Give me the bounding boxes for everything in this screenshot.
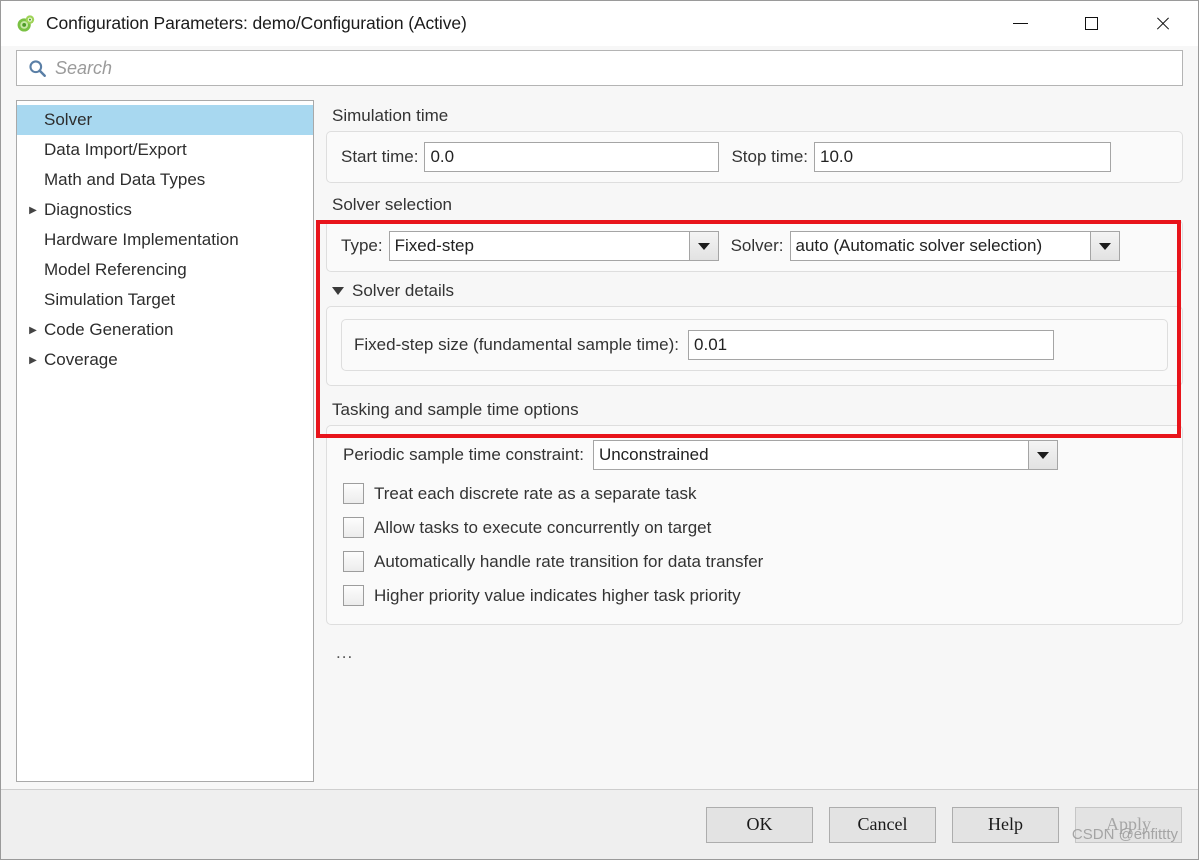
sidebar-item-code-generation[interactable]: ▶ Code Generation [17, 315, 313, 345]
solver-selection-panel: Type: Fixed-step Solver: auto (Automatic… [326, 220, 1183, 272]
checkbox-allow-tasks-concurrently[interactable]: Allow tasks to execute concurrently on t… [343, 517, 1166, 538]
stop-time-input[interactable]: 10.0 [814, 142, 1112, 172]
fixed-step-size-label: Fixed-step size (fundamental sample time… [354, 335, 680, 354]
simulation-time-panel: Start time: 0.0 Stop time: 10.0 [326, 131, 1183, 183]
checkbox-auto-handle-rate-transition[interactable]: Automatically handle rate transition for… [343, 551, 1166, 572]
checkbox-box[interactable] [343, 517, 364, 538]
chevron-down-icon[interactable] [688, 231, 719, 261]
sidebar-item-label: Coverage [44, 350, 118, 369]
sidebar-item-hardware-implementation[interactable]: ▶ Hardware Implementation [17, 225, 313, 255]
window-controls [985, 1, 1198, 46]
sidebar-item-simulation-target[interactable]: ▶ Simulation Target [17, 285, 313, 315]
periodic-sample-time-dropdown[interactable]: Unconstrained [592, 440, 1058, 470]
sidebar-item-label: Data Import/Export [44, 140, 187, 159]
solver-pane: Simulation time Start time: 0.0 Stop tim… [326, 100, 1183, 789]
overflow-indicator[interactable]: ... [336, 643, 1183, 663]
chevron-down-icon[interactable] [1089, 231, 1120, 261]
chevron-down-icon [332, 287, 344, 295]
search-placeholder: Search [55, 57, 113, 78]
sidebar-item-label: Hardware Implementation [44, 230, 239, 249]
fixed-step-row: Fixed-step size (fundamental sample time… [354, 330, 1155, 360]
sidebar-item-diagnostics[interactable]: ▶ Diagnostics [17, 195, 313, 225]
body-area: ▶ Solver ▶ Data Import/Export ▶ Math and… [1, 94, 1198, 789]
checkbox-label: Allow tasks to execute concurrently on t… [374, 517, 712, 537]
window-title: Configuration Parameters: demo/Configura… [46, 13, 467, 33]
maximize-button[interactable] [1056, 1, 1127, 46]
maximize-icon [1085, 17, 1098, 30]
checkbox-label: Automatically handle rate transition for… [374, 551, 764, 571]
sidebar-item-label: Model Referencing [44, 260, 187, 279]
search-icon [29, 59, 46, 77]
minimize-button[interactable] [985, 1, 1056, 46]
periodic-sample-time-label: Periodic sample time constraint: [343, 445, 584, 464]
checkbox-box[interactable] [343, 551, 364, 572]
sidebar-item-label: Diagnostics [44, 200, 132, 219]
sidebar-item-label: Math and Data Types [44, 170, 206, 189]
periodic-sample-time-row: Periodic sample time constraint: Unconst… [343, 440, 1166, 470]
checkbox-treat-each-discrete-rate[interactable]: Treat each discrete rate as a separate t… [343, 483, 1166, 504]
chevron-right-icon[interactable]: ▶ [23, 355, 43, 366]
sidebar-item-label: Code Generation [44, 320, 174, 339]
sidebar-item-label: Solver [44, 110, 93, 129]
cancel-button[interactable]: Cancel [829, 806, 936, 843]
solver-label: Solver: [730, 236, 784, 255]
solver-dropdown[interactable]: auto (Automatic solver selection) [789, 231, 1120, 261]
solver-type-value: Fixed-step [388, 231, 689, 261]
periodic-sample-time-value: Unconstrained [592, 440, 1028, 470]
chevron-right-icon[interactable]: ▶ [23, 325, 43, 336]
solver-value: auto (Automatic solver selection) [789, 231, 1090, 261]
dialog-footer: OK Cancel Help Apply CSDN @ehfittty [1, 789, 1198, 859]
checkbox-box[interactable] [343, 483, 364, 504]
close-icon [1155, 16, 1171, 32]
tasking-options-title: Tasking and sample time options [332, 400, 579, 419]
simulation-time-title: Simulation time [332, 106, 449, 125]
fixed-step-size-input[interactable]: 0.01 [688, 330, 1055, 360]
solver-type-dropdown[interactable]: Fixed-step [388, 231, 719, 261]
start-time-label: Start time: [341, 147, 419, 166]
solver-selection-row: Type: Fixed-step Solver: auto (Automatic… [341, 231, 1168, 261]
chevron-right-icon[interactable]: ▶ [23, 205, 43, 216]
minimize-icon [1013, 23, 1028, 24]
simulink-gear-icon [17, 14, 35, 32]
solver-details-label: Solver details [352, 281, 455, 300]
sidebar-item-model-referencing[interactable]: ▶ Model Referencing [17, 255, 313, 285]
settings-tree[interactable]: ▶ Solver ▶ Data Import/Export ▶ Math and… [16, 100, 314, 782]
close-button[interactable] [1127, 1, 1198, 46]
tasking-options-panel: Periodic sample time constraint: Unconst… [326, 425, 1183, 625]
simulation-time-row: Start time: 0.0 Stop time: 10.0 [341, 142, 1168, 172]
chevron-down-icon[interactable] [1027, 440, 1058, 470]
help-button[interactable]: Help [952, 806, 1059, 843]
title-bar: Configuration Parameters: demo/Configura… [1, 1, 1198, 46]
sidebar-item-label: Simulation Target [44, 290, 176, 309]
configuration-parameters-window: Configuration Parameters: demo/Configura… [0, 0, 1199, 860]
stop-time-label: Stop time: [731, 147, 809, 166]
solver-selection-title: Solver selection [332, 195, 453, 214]
checkbox-box[interactable] [343, 585, 364, 606]
solver-details-disclosure[interactable]: Solver details [332, 281, 1183, 301]
search-row: Search [1, 46, 1198, 94]
sidebar-item-solver[interactable]: ▶ Solver [17, 105, 313, 135]
ok-button[interactable]: OK [706, 806, 813, 843]
solver-type-label: Type: [341, 236, 383, 255]
apply-button: Apply [1075, 806, 1182, 843]
sidebar-item-math-and-data-types[interactable]: ▶ Math and Data Types [17, 165, 313, 195]
checkbox-label: Higher priority value indicates higher t… [374, 585, 741, 605]
start-time-input[interactable]: 0.0 [424, 142, 720, 172]
sidebar-item-coverage[interactable]: ▶ Coverage [17, 345, 313, 375]
sidebar-item-data-import-export[interactable]: ▶ Data Import/Export [17, 135, 313, 165]
search-input[interactable]: Search [16, 50, 1183, 86]
checkbox-label: Treat each discrete rate as a separate t… [374, 483, 697, 503]
fixed-step-group: Fixed-step size (fundamental sample time… [341, 319, 1168, 371]
solver-details-panel: Fixed-step size (fundamental sample time… [326, 306, 1183, 386]
checkbox-higher-priority-value[interactable]: Higher priority value indicates higher t… [343, 585, 1166, 606]
